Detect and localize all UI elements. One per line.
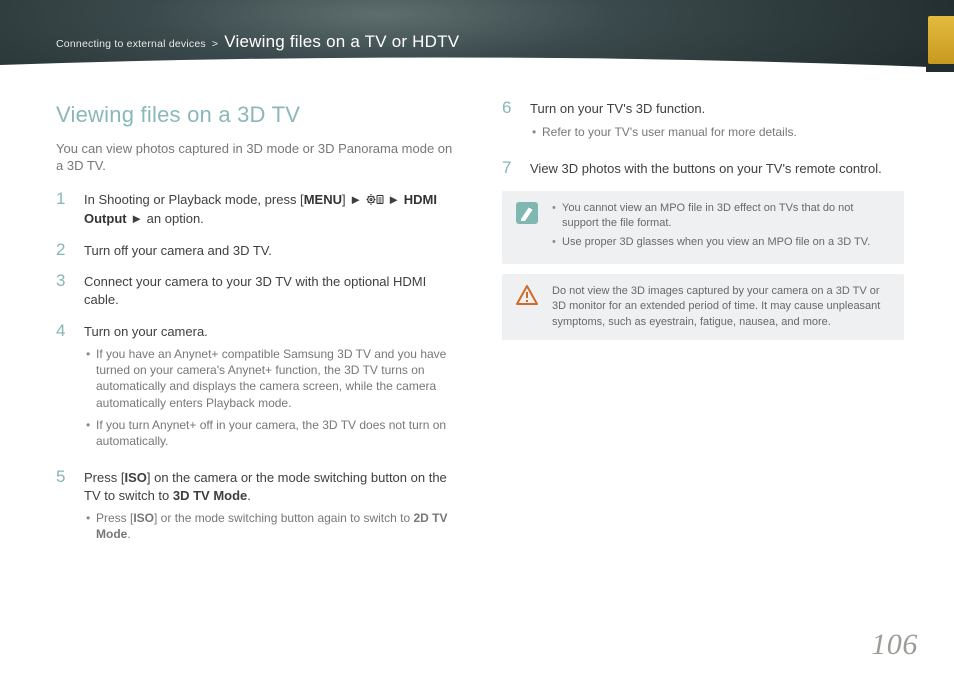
step-sublist: If you have an Anynet+ compatible Samsun… (84, 346, 458, 449)
step-text: Connect your camera to your 3D TV with t… (84, 273, 458, 308)
breadcrumb-section: Connecting to external devices (56, 38, 206, 50)
step-sublist: Refer to your TV's user manual for more … (530, 124, 904, 140)
step-text: Turn on your TV's 3D function. (530, 100, 904, 118)
page-header: Connecting to external devices > Viewing… (0, 0, 954, 72)
note-item: Use proper 3D glasses when you view an M… (552, 235, 892, 250)
breadcrumb-title: Viewing files on a TV or HDTV (224, 32, 459, 52)
step-5: 5 Press [ISO] on the camera or the mode … (56, 469, 458, 548)
note-icon (514, 201, 540, 254)
warning-box: Do not view the 3D images captured by yo… (502, 274, 904, 340)
step-subitem: If you turn Anynet+ off in your camera, … (84, 417, 458, 449)
step-text: View 3D photos with the buttons on your … (530, 160, 904, 178)
breadcrumb-sep: > (212, 38, 218, 50)
header-curve (0, 55, 926, 73)
settings-list-icon (366, 193, 384, 211)
step-sublist: Press [ISO] or the mode switching button… (84, 510, 458, 542)
menu-label: MENU (304, 192, 342, 207)
step-text: Turn on your camera. (84, 323, 458, 341)
page-side-tab (928, 16, 954, 64)
section-lead: You can view photos captured in 3D mode … (56, 140, 458, 175)
note-box: You cannot view an MPO file in 3D effect… (502, 191, 904, 264)
steps-left: 1 In Shooting or Playback mode, press [M… (56, 191, 458, 549)
document-page: Connecting to external devices > Viewing… (0, 0, 954, 676)
step-number: 4 (56, 322, 72, 456)
left-column: Viewing files on a 3D TV You can view ph… (56, 100, 458, 626)
right-column: 6 Turn on your TV's 3D function. Refer t… (502, 100, 904, 626)
step-subitem: Refer to your TV's user manual for more … (530, 124, 904, 140)
warning-text: Do not view the 3D images captured by yo… (552, 284, 892, 330)
step-text: Press [ISO] on the camera or the mode sw… (84, 469, 458, 504)
iso-label: ISO (124, 470, 146, 485)
step-number: 5 (56, 468, 72, 548)
warning-icon (514, 284, 540, 330)
note-item: You cannot view an MPO file in 3D effect… (552, 201, 892, 231)
step-number: 1 (56, 190, 72, 228)
step-number: 2 (56, 241, 72, 260)
step-1: 1 In Shooting or Playback mode, press [M… (56, 191, 458, 228)
step-7: 7 View 3D photos with the buttons on you… (502, 160, 904, 178)
mode-label: 3D TV Mode (173, 488, 247, 503)
step-number: 7 (502, 159, 518, 178)
step-text: Turn off your camera and 3D TV. (84, 242, 458, 260)
iso-label: ISO (133, 511, 154, 525)
step-3: 3 Connect your camera to your 3D TV with… (56, 273, 458, 308)
steps-right: 6 Turn on your TV's 3D function. Refer t… (502, 100, 904, 177)
step-4: 4 Turn on your camera. If you have an An… (56, 323, 458, 456)
step-subitem: Press [ISO] or the mode switching button… (84, 510, 458, 542)
section-heading: Viewing files on a 3D TV (56, 100, 458, 130)
step-text: In Shooting or Playback mode, press [MEN… (84, 191, 458, 228)
step-number: 6 (502, 99, 518, 146)
step-2: 2 Turn off your camera and 3D TV. (56, 242, 458, 260)
step-6: 6 Turn on your TV's 3D function. Refer t… (502, 100, 904, 146)
note-list: You cannot view an MPO file in 3D effect… (552, 201, 892, 254)
content-columns: Viewing files on a 3D TV You can view ph… (56, 100, 904, 626)
step-number: 3 (56, 272, 72, 308)
page-number: 106 (871, 628, 918, 662)
step-subitem: If you have an Anynet+ compatible Samsun… (84, 346, 458, 411)
breadcrumb: Connecting to external devices > Viewing… (56, 32, 459, 52)
